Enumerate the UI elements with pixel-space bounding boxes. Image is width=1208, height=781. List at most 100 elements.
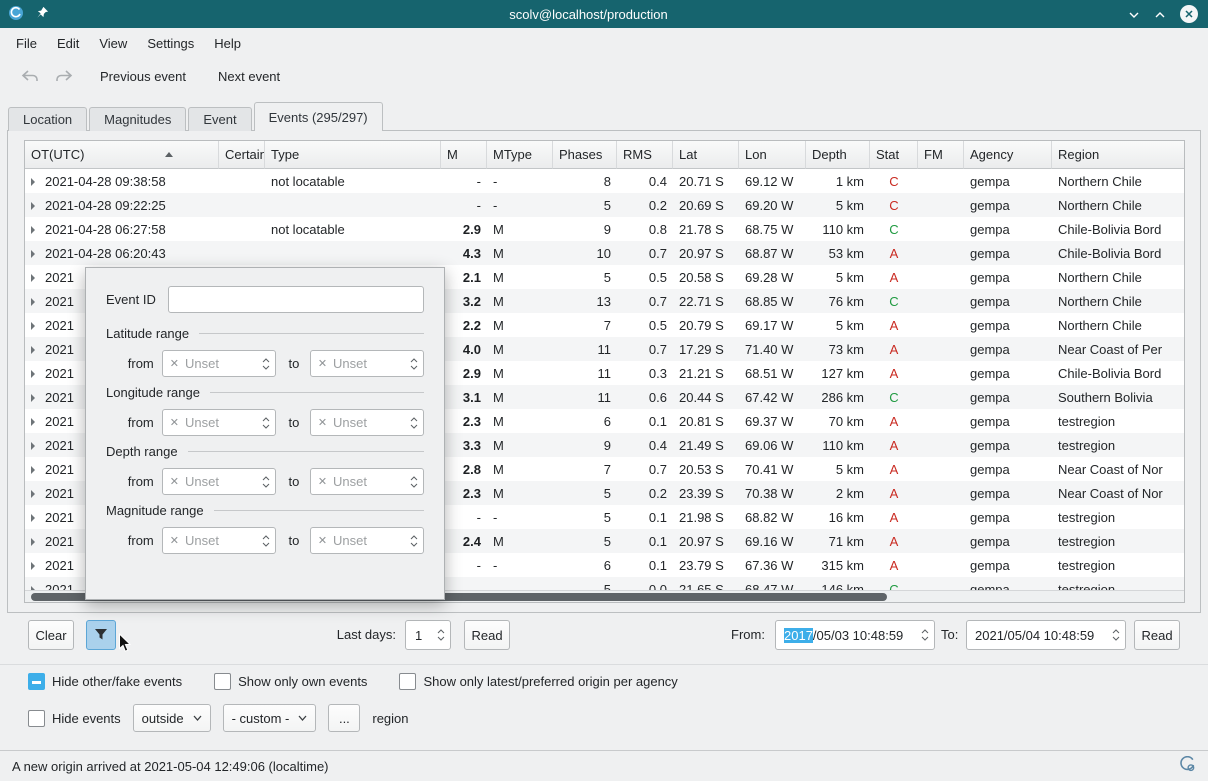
- from-datetime-spinbox[interactable]: 2017/05/03 10:48:59: [775, 620, 935, 650]
- column-header-agency[interactable]: Agency: [964, 141, 1052, 169]
- chevron-down-icon[interactable]: [1128, 7, 1140, 22]
- menu-item-view[interactable]: View: [89, 32, 137, 55]
- clear-button[interactable]: Clear: [28, 620, 74, 650]
- clear-x-icon[interactable]: ✕: [170, 357, 179, 370]
- expand-arrow-icon[interactable]: [31, 562, 35, 570]
- close-icon[interactable]: [1180, 5, 1198, 23]
- clear-x-icon[interactable]: ✕: [170, 534, 179, 547]
- to-datetime-spinbox[interactable]: 2021/05/04 10:48:59: [966, 620, 1126, 650]
- spinner-arrows-icon[interactable]: [437, 629, 445, 641]
- column-header-rms[interactable]: RMS: [617, 141, 673, 169]
- clear-x-icon[interactable]: ✕: [318, 475, 327, 488]
- expand-arrow-icon[interactable]: [31, 202, 35, 210]
- tab-magnitudes[interactable]: Magnitudes: [89, 107, 186, 131]
- column-header-type[interactable]: Type: [265, 141, 441, 169]
- expand-arrow-icon[interactable]: [31, 346, 35, 354]
- expand-arrow-icon[interactable]: [31, 442, 35, 450]
- last-days-spinbox[interactable]: 1: [405, 620, 451, 650]
- expand-arrow-icon[interactable]: [31, 274, 35, 282]
- expand-arrow-icon[interactable]: [31, 226, 35, 234]
- app-icon[interactable]: [8, 5, 24, 24]
- clear-x-icon[interactable]: ✕: [318, 357, 327, 370]
- spinner-arrows-icon[interactable]: [262, 535, 270, 547]
- hide-other-checkbox[interactable]: Hide other/fake events: [28, 673, 182, 690]
- expand-arrow-icon[interactable]: [31, 490, 35, 498]
- expand-arrow-icon[interactable]: [31, 394, 35, 402]
- column-header-mtype[interactable]: MType: [487, 141, 553, 169]
- region-more-button[interactable]: ...: [328, 704, 360, 732]
- menu-item-edit[interactable]: Edit: [47, 32, 89, 55]
- outside-dropdown[interactable]: outside: [133, 704, 211, 732]
- origin-notification-icon[interactable]: [1179, 756, 1196, 776]
- column-header-phases[interactable]: Phases: [553, 141, 617, 169]
- expand-arrow-icon[interactable]: [31, 514, 35, 522]
- clear-x-icon[interactable]: ✕: [170, 475, 179, 488]
- spinner-arrows-icon[interactable]: [262, 417, 270, 429]
- range-spinbox[interactable]: ✕Unset: [162, 527, 276, 554]
- menu-item-file[interactable]: File: [6, 32, 47, 55]
- checkbox-icon[interactable]: [399, 673, 416, 690]
- spinner-arrows-icon[interactable]: [921, 629, 929, 641]
- expand-arrow-icon[interactable]: [31, 322, 35, 330]
- menu-item-settings[interactable]: Settings: [137, 32, 204, 55]
- show-latest-checkbox[interactable]: Show only latest/preferred origin per ag…: [399, 673, 677, 690]
- pin-icon[interactable]: [36, 6, 49, 22]
- column-header-fm[interactable]: FM: [918, 141, 964, 169]
- clear-x-icon[interactable]: ✕: [318, 534, 327, 547]
- column-header-certainty[interactable]: Certainty: [219, 141, 265, 169]
- range-spinbox[interactable]: ✕Unset: [310, 468, 424, 495]
- clear-x-icon[interactable]: ✕: [170, 416, 179, 429]
- back-arrow-icon[interactable]: [18, 64, 42, 88]
- table-row[interactable]: 2021-04-28 09:22:25--50.220.69 S69.20 W5…: [25, 193, 1185, 217]
- range-spinbox[interactable]: ✕Unset: [162, 409, 276, 436]
- table-row[interactable]: 2021-04-28 09:38:58not locatable--80.420…: [25, 169, 1185, 193]
- checkbox-icon[interactable]: [214, 673, 231, 690]
- table-row[interactable]: 2021-04-28 06:27:58not locatable2.9M90.8…: [25, 217, 1185, 241]
- column-header-ot-utc-[interactable]: OT(UTC): [25, 141, 219, 169]
- tab-events[interactable]: Events (295/297): [254, 102, 383, 131]
- read-range-button[interactable]: Read: [1134, 620, 1180, 650]
- tab-location[interactable]: Location: [8, 107, 87, 131]
- event-id-input[interactable]: [168, 286, 424, 313]
- next-event-button[interactable]: Next event: [210, 65, 288, 88]
- column-header-depth[interactable]: Depth: [806, 141, 870, 169]
- expand-arrow-icon[interactable]: [31, 250, 35, 258]
- spinner-arrows-icon[interactable]: [262, 358, 270, 370]
- spinner-arrows-icon[interactable]: [262, 476, 270, 488]
- range-spinbox[interactable]: ✕Unset: [162, 468, 276, 495]
- range-spinbox[interactable]: ✕Unset: [310, 527, 424, 554]
- column-header-stat[interactable]: Stat: [870, 141, 918, 169]
- spinner-arrows-icon[interactable]: [410, 417, 418, 429]
- previous-event-button[interactable]: Previous event: [92, 65, 194, 88]
- expand-arrow-icon[interactable]: [31, 538, 35, 546]
- read-button[interactable]: Read: [464, 620, 510, 650]
- hide-events-checkbox[interactable]: Hide events: [28, 710, 121, 727]
- column-header-lon[interactable]: Lon: [739, 141, 806, 169]
- filter-button[interactable]: [86, 620, 116, 650]
- expand-arrow-icon[interactable]: [31, 466, 35, 474]
- range-spinbox[interactable]: ✕Unset: [162, 350, 276, 377]
- region-preset-dropdown[interactable]: - custom -: [223, 704, 317, 732]
- column-header-m[interactable]: M: [441, 141, 487, 169]
- expand-arrow-icon[interactable]: [31, 178, 35, 186]
- range-spinbox[interactable]: ✕Unset: [310, 409, 424, 436]
- range-spinbox[interactable]: ✕Unset: [310, 350, 424, 377]
- expand-arrow-icon[interactable]: [31, 298, 35, 306]
- tab-event[interactable]: Event: [188, 107, 251, 131]
- column-header-lat[interactable]: Lat: [673, 141, 739, 169]
- expand-arrow-icon[interactable]: [31, 370, 35, 378]
- spinner-arrows-icon[interactable]: [410, 358, 418, 370]
- checkbox-checked-icon[interactable]: [28, 673, 45, 690]
- menu-item-help[interactable]: Help: [204, 32, 251, 55]
- spinner-arrows-icon[interactable]: [1112, 629, 1120, 641]
- expand-arrow-icon[interactable]: [31, 418, 35, 426]
- show-own-checkbox[interactable]: Show only own events: [214, 673, 367, 690]
- spinner-arrows-icon[interactable]: [410, 535, 418, 547]
- table-row[interactable]: 2021-04-28 06:20:434.3M100.720.97 S68.87…: [25, 241, 1185, 265]
- checkbox-icon[interactable]: [28, 710, 45, 727]
- clear-x-icon[interactable]: ✕: [318, 416, 327, 429]
- spinner-arrows-icon[interactable]: [410, 476, 418, 488]
- column-header-region[interactable]: Region: [1052, 141, 1185, 169]
- chevron-up-icon[interactable]: [1154, 7, 1166, 22]
- forward-arrow-icon[interactable]: [52, 64, 76, 88]
